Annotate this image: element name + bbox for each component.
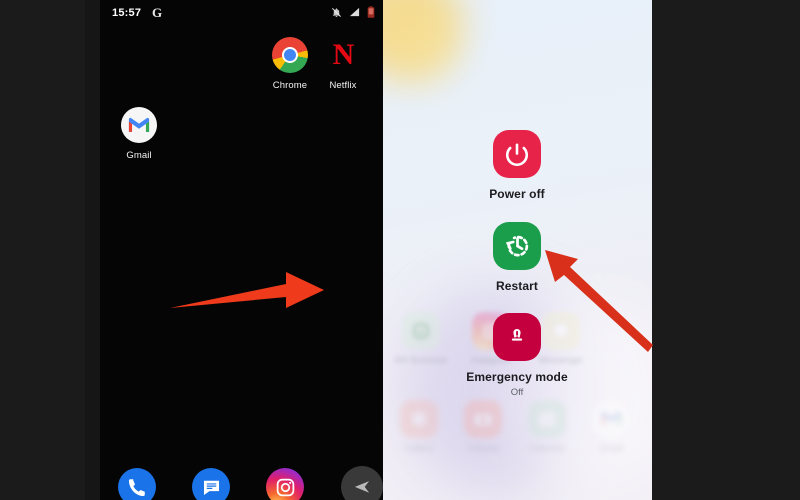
app-label: Gmail <box>126 150 152 161</box>
status-bar: 15:57 G <box>100 0 383 28</box>
gallery-icon <box>400 400 438 438</box>
app-gmail[interactable]: Gmail <box>107 106 171 161</box>
background-blob-yellow-small <box>391 14 453 76</box>
status-bar-icons <box>331 6 375 18</box>
background-app-label: MX Business <box>394 355 448 365</box>
gmail-icon <box>120 106 158 144</box>
background-app: B MX Business <box>391 312 451 365</box>
dock-messages-icon[interactable] <box>192 468 230 500</box>
assistant-g-icon: G <box>152 5 163 20</box>
dock-send-plane-icon[interactable] <box>341 466 383 500</box>
left-phone-bezel <box>85 0 100 500</box>
status-bar-time: 15:57 <box>112 7 142 19</box>
right-phone-screen: B MX Business Instagram Messenger Galler… <box>383 0 652 500</box>
signal-bars-icon <box>349 7 360 16</box>
svg-text:12: 12 <box>543 416 552 425</box>
chrome-icon <box>271 36 309 74</box>
dock-phone-icon[interactable] <box>118 468 156 500</box>
background-app-label: Gmail <box>599 443 623 453</box>
emergency-icon <box>493 313 541 361</box>
emergency-mode-label: Emergency mode <box>466 370 568 384</box>
restart-button[interactable]: Restart <box>457 222 577 293</box>
power-off-button[interactable]: Power off <box>457 130 577 201</box>
calendar-icon: 12 <box>528 400 566 438</box>
background-app-label: Gallery <box>404 443 434 453</box>
screenshot-root: 15:57 G Chrome N Netflix Gmail B MX Busi… <box>0 0 800 500</box>
dock-instagram-icon[interactable] <box>266 468 304 500</box>
background-app-label: Camera <box>466 443 499 453</box>
left-phone-screen: 15:57 G Chrome N Netflix Gmail <box>100 0 383 500</box>
app-netflix[interactable]: N Netflix <box>311 36 375 92</box>
power-icon <box>493 130 541 178</box>
netflix-icon: N <box>332 38 355 71</box>
emergency-mode-button[interactable]: Emergency mode Off <box>457 313 577 398</box>
mute-bell-icon <box>332 7 341 17</box>
svg-text:B: B <box>418 327 423 336</box>
app-label: Netflix <box>329 80 357 91</box>
battery-low-icon <box>367 6 375 18</box>
restart-icon <box>493 222 541 270</box>
power-off-label: Power off <box>489 187 545 201</box>
camera-icon <box>464 400 502 438</box>
dock <box>100 456 383 500</box>
background-app-label: Calendar <box>528 443 566 453</box>
mx-business-icon: B <box>402 312 440 350</box>
background-app: Gmail <box>581 400 641 453</box>
background-app: Camera <box>453 400 513 453</box>
gmail-icon <box>592 400 630 438</box>
restart-label: Restart <box>495 279 539 293</box>
background-app: 12 Calendar <box>517 400 577 453</box>
emergency-mode-status: Off <box>510 387 524 398</box>
background-app: Gallery <box>389 400 449 453</box>
